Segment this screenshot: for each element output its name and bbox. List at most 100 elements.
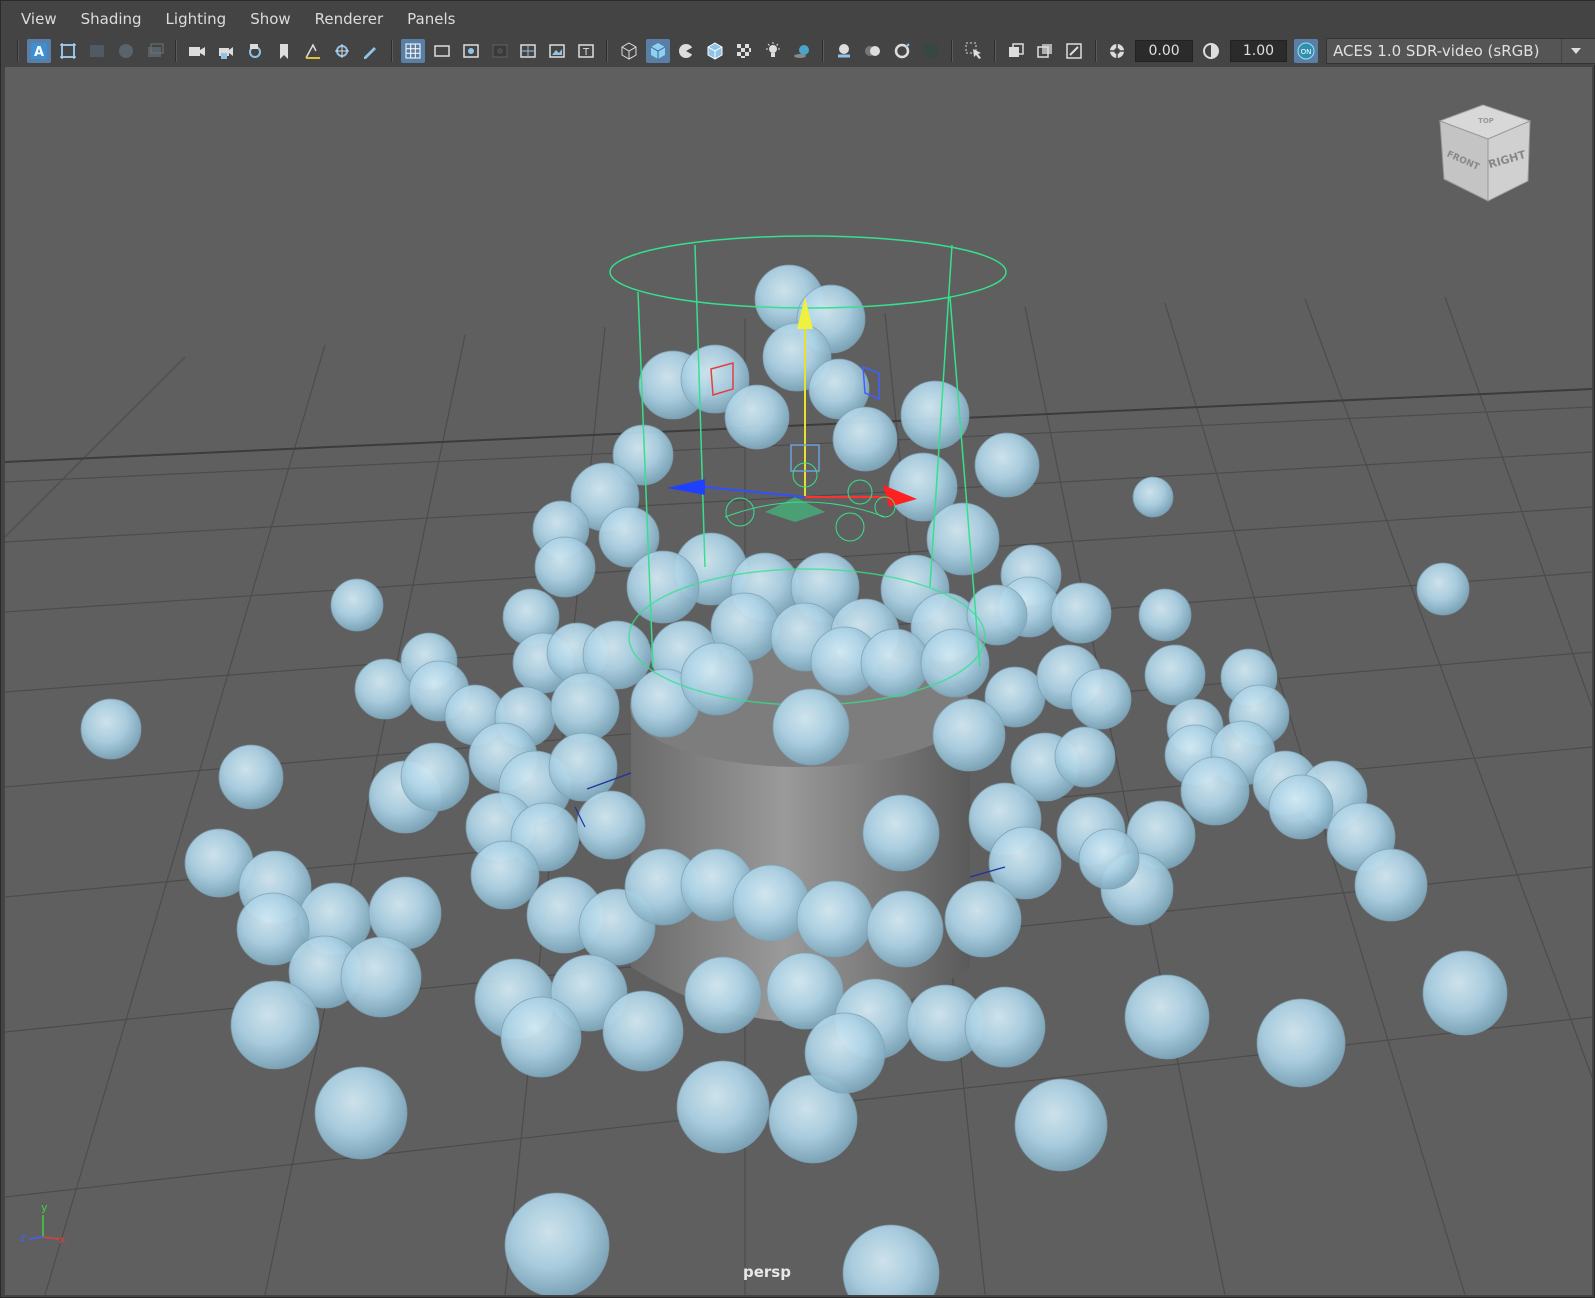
particle-sphere[interactable] — [676, 1060, 770, 1154]
particle-sphere[interactable] — [1014, 1078, 1108, 1172]
particle-sphere[interactable] — [314, 1066, 408, 1160]
lock-camera-icon[interactable] — [214, 39, 238, 63]
particle-sphere[interactable] — [230, 980, 320, 1070]
particle-sphere[interactable] — [1124, 974, 1210, 1060]
film-gate-toggle-icon[interactable] — [430, 39, 454, 63]
field-chart-icon[interactable] — [516, 39, 540, 63]
particle-sphere[interactable] — [1256, 998, 1346, 1088]
particle-sphere[interactable] — [866, 890, 944, 968]
menu-lighting[interactable]: Lighting — [154, 1, 239, 37]
particle-sphere[interactable] — [1180, 756, 1250, 826]
particle-sphere[interactable] — [804, 1012, 886, 1094]
particle-sphere[interactable] — [1078, 828, 1140, 890]
use-lights-icon[interactable] — [761, 39, 785, 63]
screen-space-ao-icon[interactable] — [833, 39, 857, 63]
bookmark-icon[interactable] — [272, 39, 296, 63]
particle-sphere[interactable] — [724, 384, 790, 450]
xray-icon[interactable] — [1033, 39, 1057, 63]
grid-icon[interactable] — [401, 39, 426, 63]
particle-sphere[interactable] — [932, 698, 1006, 772]
particle-sphere[interactable] — [330, 578, 384, 632]
safe-action-icon[interactable] — [545, 39, 569, 63]
3d-viewport[interactable]: TOP FRONT RIGHT y x z persp — [5, 67, 1592, 1295]
camera-settings-icon[interactable] — [243, 39, 267, 63]
particle-sphere[interactable] — [340, 936, 422, 1018]
film-gate-icon[interactable] — [143, 39, 167, 63]
particle-sphere[interactable] — [218, 744, 284, 810]
anti-alias-icon[interactable] — [890, 39, 914, 63]
camera-icon[interactable] — [186, 39, 210, 63]
particle-sphere[interactable] — [832, 406, 898, 472]
particle-sphere[interactable] — [1050, 582, 1112, 644]
particle-sphere[interactable] — [974, 432, 1040, 498]
particle-sphere[interactable] — [1138, 588, 1192, 642]
particle-sphere[interactable] — [900, 380, 970, 450]
xray-joints-icon[interactable] — [1062, 39, 1086, 63]
gamma-field[interactable]: 1.00 — [1229, 40, 1288, 62]
motion-blur-icon[interactable] — [861, 39, 885, 63]
particle-sphere[interactable] — [842, 1224, 940, 1295]
particle-sphere[interactable] — [470, 840, 540, 910]
particle-sphere[interactable] — [1144, 644, 1206, 706]
particle-sphere[interactable] — [400, 742, 470, 812]
shadows-icon[interactable] — [790, 39, 814, 63]
exposure-icon[interactable] — [1105, 39, 1129, 63]
particle-sphere[interactable] — [732, 864, 810, 942]
particle-sphere[interactable] — [80, 698, 142, 760]
particle-sphere[interactable] — [862, 794, 940, 872]
particle-sphere[interactable] — [504, 1192, 610, 1295]
menu-show[interactable]: Show — [238, 1, 302, 37]
view-compass-icon[interactable] — [114, 39, 138, 63]
particle-sphere[interactable] — [1070, 668, 1132, 730]
toolbar-separator — [17, 40, 19, 62]
particle-sphere[interactable] — [1422, 950, 1508, 1036]
particle-sphere[interactable] — [944, 880, 1022, 958]
paint-icon[interactable] — [358, 39, 382, 63]
particle-sphere[interactable] — [1354, 848, 1428, 922]
x-axis-label: x — [59, 1233, 66, 1246]
particle-sphere[interactable] — [602, 990, 684, 1072]
particle-sphere[interactable] — [548, 732, 618, 802]
particle-sphere[interactable] — [1054, 726, 1116, 788]
particle-sphere[interactable] — [860, 628, 930, 698]
depth-of-field-icon[interactable] — [919, 39, 943, 63]
particle-sphere[interactable] — [772, 688, 850, 766]
exposure-field[interactable]: 0.00 — [1135, 40, 1193, 62]
grease-pencil-icon[interactable] — [330, 39, 354, 63]
viewcube[interactable]: TOP FRONT RIGHT — [1428, 101, 1538, 211]
particle-sphere[interactable] — [796, 880, 874, 958]
resolution-gate-icon[interactable] — [459, 39, 483, 63]
particle-sphere[interactable] — [964, 986, 1046, 1068]
particle-sphere[interactable] — [1268, 774, 1334, 840]
smooth-shade-icon[interactable] — [645, 39, 670, 63]
color-management-toggle[interactable]: ON — [1293, 39, 1318, 63]
select-highlight-icon[interactable] — [962, 39, 986, 63]
color-space-dropdown[interactable]: ACES 1.0 SDR-video (sRGB) — [1326, 38, 1595, 64]
particle-sphere[interactable] — [550, 672, 620, 742]
particle-sphere[interactable] — [684, 956, 762, 1034]
gate-mask-icon[interactable] — [488, 39, 512, 63]
particle-sphere[interactable] — [1132, 476, 1174, 518]
menu-renderer[interactable]: Renderer — [303, 1, 395, 37]
camera-attributes-icon[interactable] — [56, 39, 80, 63]
safe-title-icon[interactable]: T — [574, 39, 598, 63]
menu-shading[interactable]: Shading — [69, 1, 154, 37]
particle-sphere[interactable] — [1416, 562, 1470, 616]
isolate-select-icon[interactable] — [1005, 39, 1029, 63]
flat-shade-icon[interactable] — [675, 39, 699, 63]
particle-sphere[interactable] — [500, 996, 582, 1078]
menu-panels[interactable]: Panels — [395, 1, 467, 37]
menu-view[interactable]: View — [9, 1, 69, 37]
textured-icon[interactable] — [732, 39, 756, 63]
particle-sphere[interactable] — [680, 642, 754, 716]
particle-sphere[interactable] — [576, 790, 646, 860]
wireframe-icon[interactable] — [617, 39, 641, 63]
wireframe-on-shaded-icon[interactable] — [703, 39, 727, 63]
select-camera-icon[interactable]: A — [27, 39, 52, 63]
2d-pan-icon[interactable] — [301, 39, 325, 63]
scene-canvas[interactable] — [5, 67, 1592, 1295]
particle-sphere[interactable] — [920, 628, 990, 698]
image-plane-icon[interactable] — [85, 39, 109, 63]
particle-sphere[interactable] — [534, 536, 596, 598]
gamma-icon[interactable] — [1199, 39, 1223, 63]
